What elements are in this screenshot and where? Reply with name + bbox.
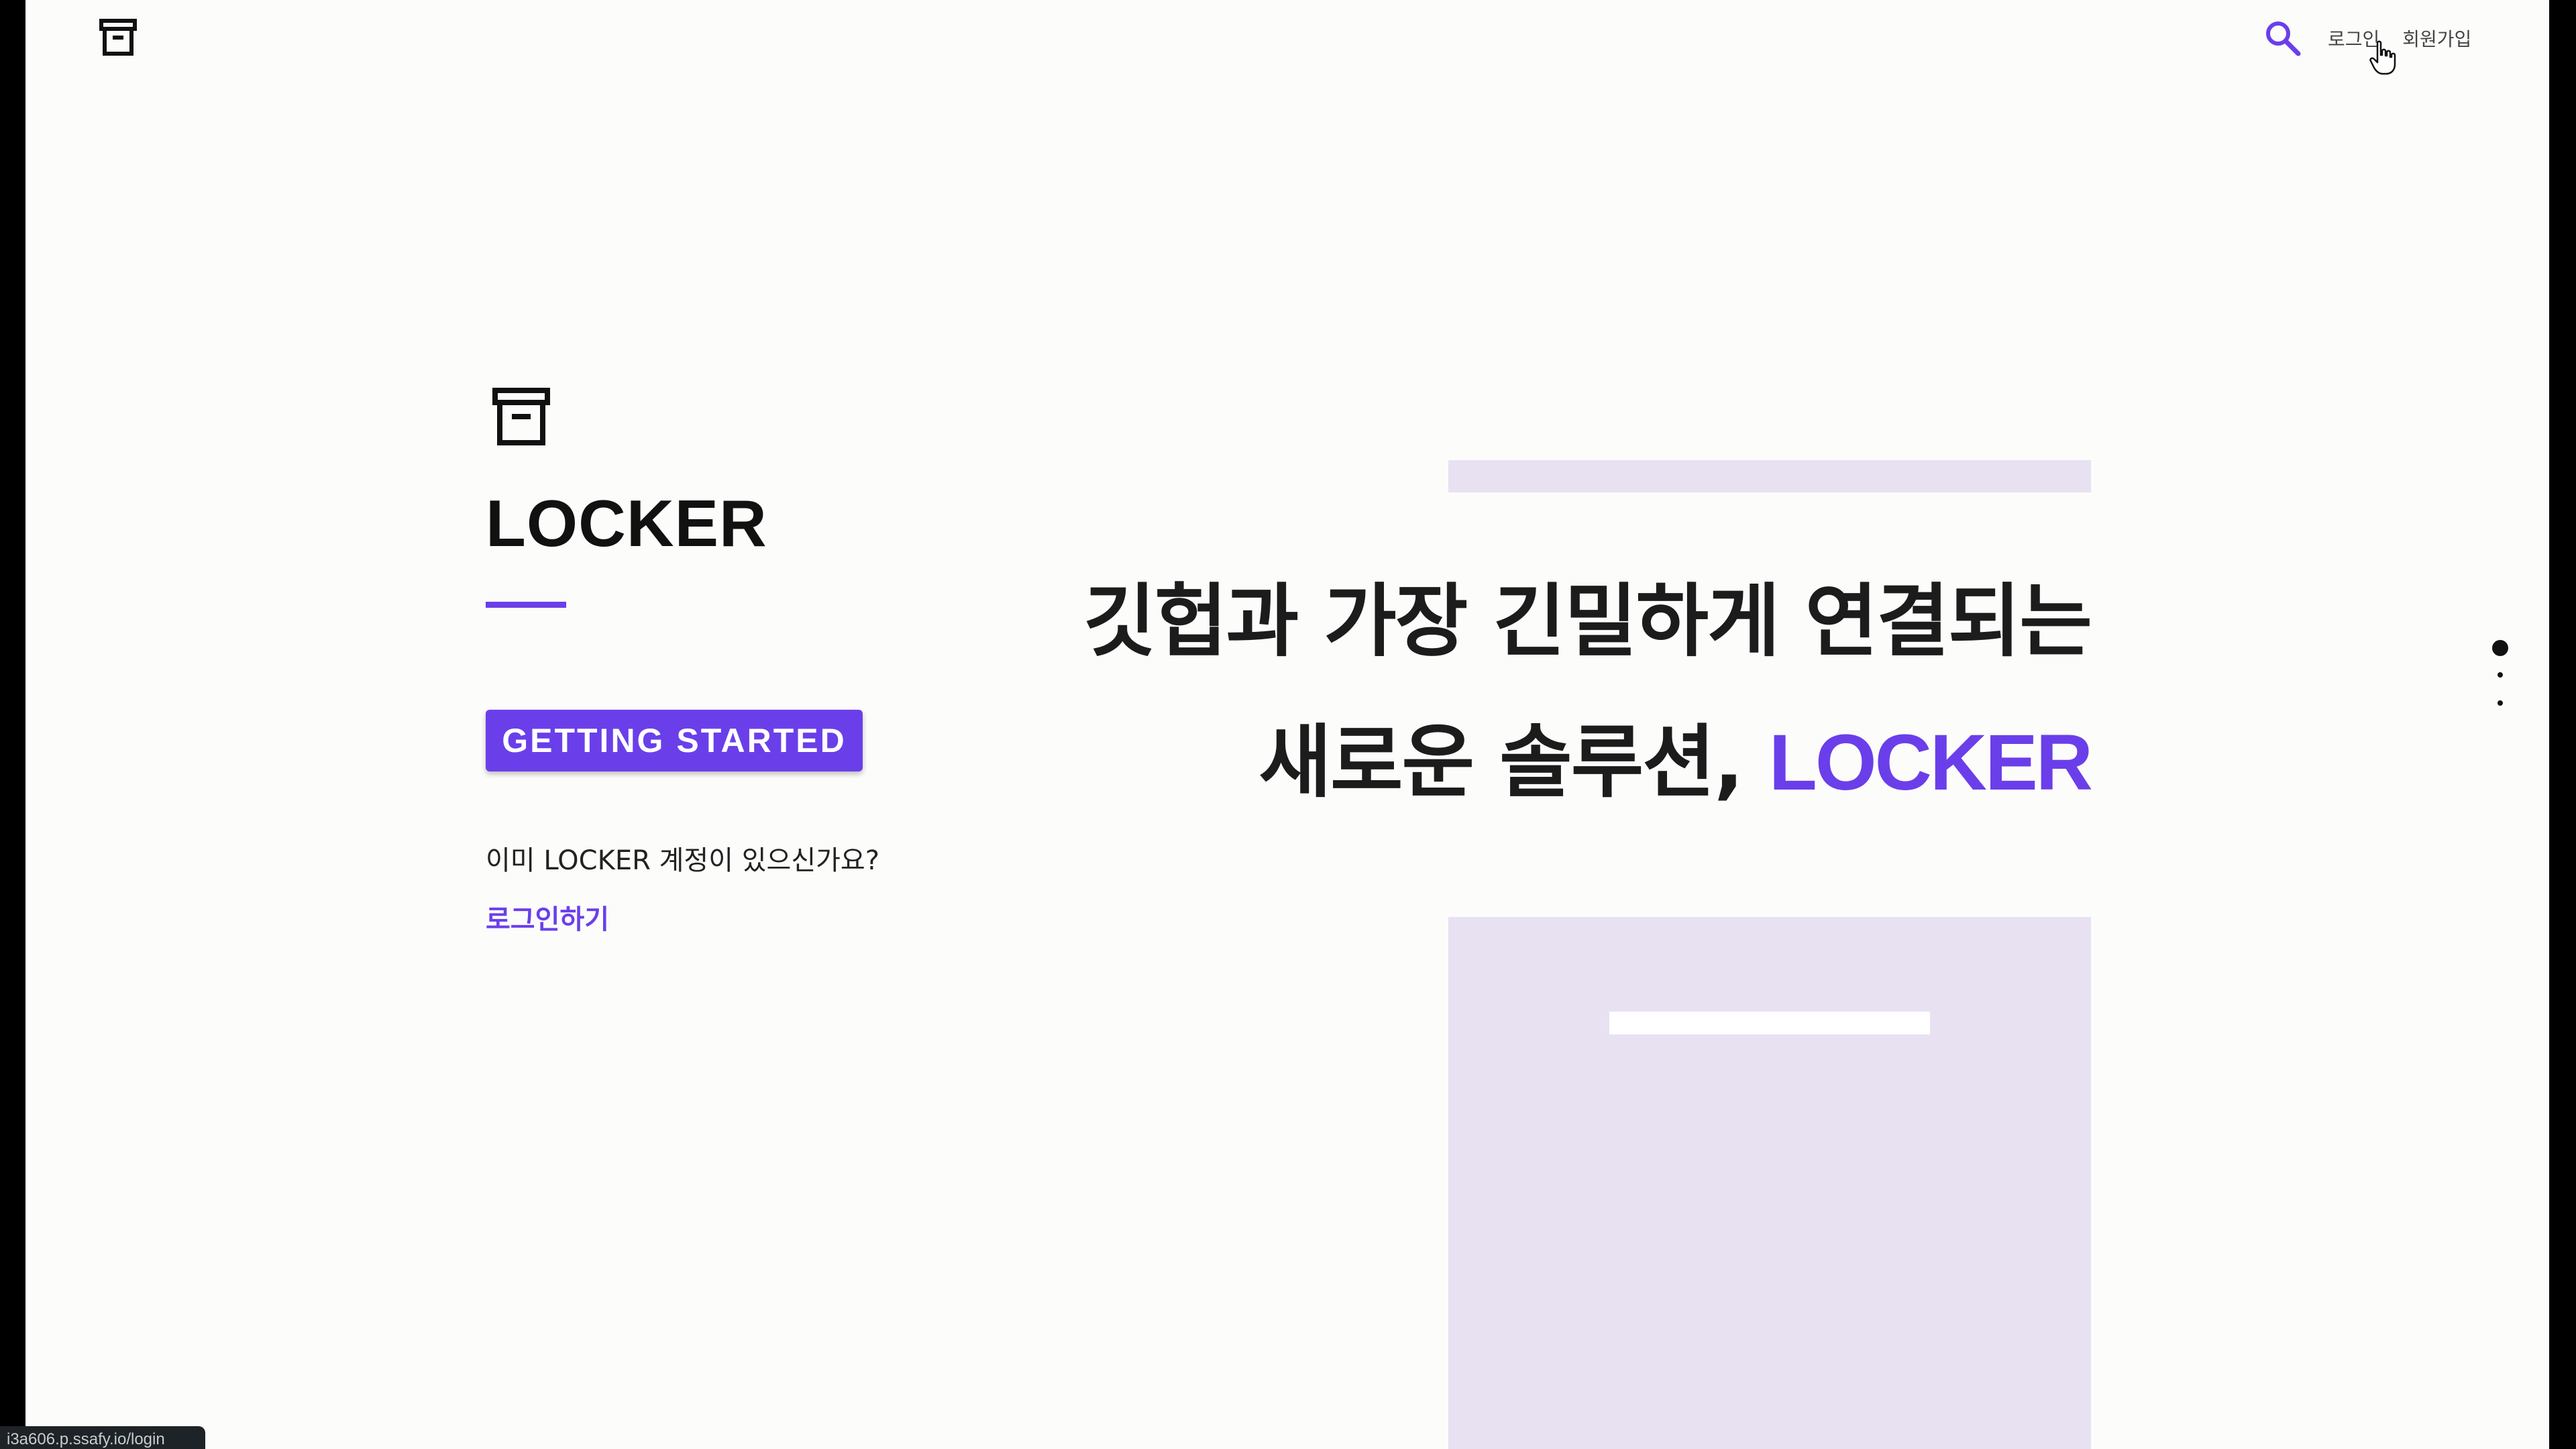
brand-underline (486, 602, 566, 608)
decorative-bar (1448, 460, 2091, 492)
archive-box-icon[interactable] (99, 19, 137, 56)
getting-started-button[interactable]: GETTING STARTED (486, 710, 863, 771)
account-question-text: 이미 LOCKER 계정이 있으신가요? (486, 845, 879, 876)
search-icon[interactable] (2261, 16, 2305, 60)
section-pager (2483, 639, 2510, 714)
archive-box-icon (491, 386, 551, 447)
headline-line-2: 새로운 솔루션, LOCKER (951, 698, 2093, 812)
hand-pointer-icon (2369, 40, 2396, 75)
landing-page: 로그인 회원가입 LOCKER GETTING STARTED 이미 LOCKE… (25, 0, 2549, 1449)
pager-dot-1[interactable] (2492, 640, 2508, 656)
status-bar-url: i3a606.p.ssafy.io/login (0, 1426, 205, 1449)
headline-line-2-accent: LOCKER (1768, 718, 2093, 807)
decorative-card (1448, 917, 2091, 1449)
headline-line-2-prefix: 새로운 솔루션, (1258, 716, 1769, 808)
nav-signup-link[interactable]: 회원가입 (2402, 25, 2471, 52)
header-nav: 로그인 회원가입 (2261, 15, 2471, 62)
brand-title: LOCKER (486, 486, 767, 560)
pager-dot-3[interactable] (2498, 700, 2503, 706)
decorative-card-line (1609, 1012, 1930, 1034)
pager-dot-2[interactable] (2498, 672, 2503, 678)
login-link[interactable]: 로그인하기 (486, 898, 609, 936)
headline-line-1: 깃헙과 가장 긴밀하게 연결되는 (1083, 575, 2092, 667)
